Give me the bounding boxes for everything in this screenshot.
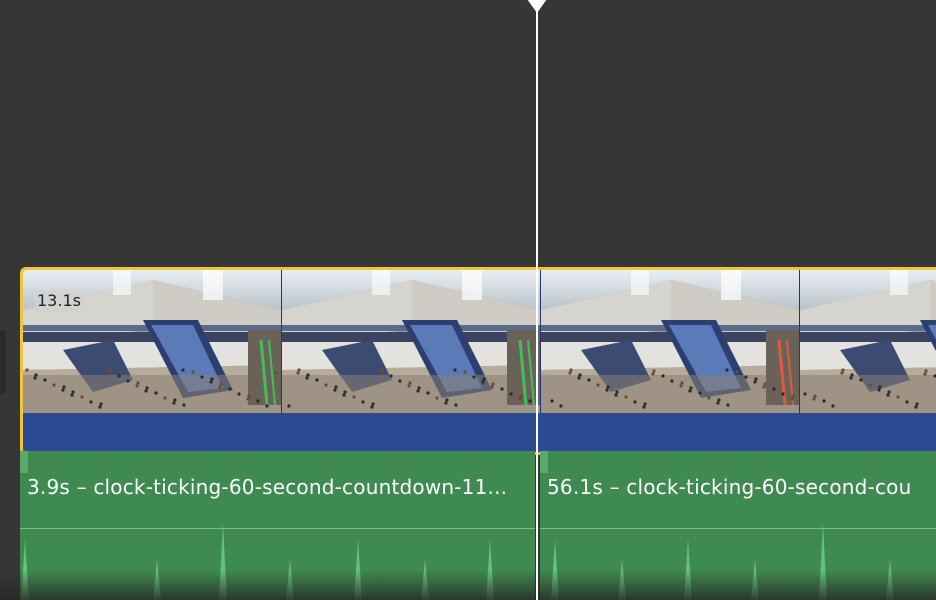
waveform-peak — [354, 539, 362, 600]
audio-waveform — [21, 523, 494, 600]
waveform-peak — [819, 523, 827, 600]
video-audio-band — [23, 413, 936, 452]
timeline-area[interactable]: 13.1s 3.9s – clock-ticking-60-second-cou… — [0, 0, 936, 600]
waveform-peak — [751, 559, 759, 600]
video-thumbnail — [800, 270, 936, 413]
waveform-peak — [21, 539, 29, 600]
waveform-peak — [684, 539, 692, 600]
waveform-peak — [219, 523, 227, 600]
video-thumbnail-strip — [23, 270, 936, 413]
audio-clip[interactable]: 56.1s – clock-ticking-60-second-cou — [540, 451, 936, 600]
waveform-peak — [286, 559, 294, 600]
waveform-peak — [551, 539, 559, 600]
waveform-peak — [486, 539, 494, 600]
audio-clip[interactable]: 3.9s – clock-ticking-60-second-countdown… — [20, 451, 535, 600]
waveform-peak — [886, 559, 894, 600]
waveform-peak — [153, 559, 161, 600]
video-thumbnail — [282, 270, 541, 413]
waveform-peak — [421, 559, 429, 600]
video-clip[interactable]: 13.1s — [20, 267, 936, 455]
waveform-peak — [618, 559, 626, 600]
audio-waveform — [551, 523, 894, 600]
panel-resize-handle[interactable] — [0, 330, 6, 394]
clip-duration-badge: 13.1s — [34, 290, 84, 312]
video-thumbnail — [541, 270, 800, 413]
playhead[interactable] — [536, 0, 538, 600]
playhead-handle-icon[interactable] — [527, 0, 547, 13]
